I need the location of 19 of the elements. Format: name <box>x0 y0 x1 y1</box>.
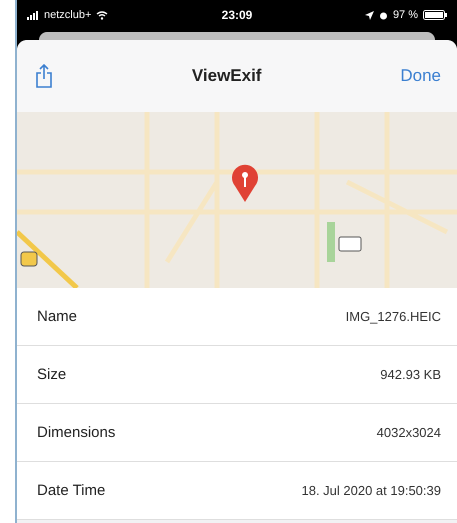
row-value: 18. Jul 2020 at 19:50:39 <box>301 483 441 498</box>
row-label: Size <box>37 366 66 383</box>
location-arrow-icon <box>364 10 374 20</box>
battery-percent: 97 % <box>392 9 418 21</box>
row-label: Name <box>37 308 78 325</box>
share-icon[interactable] <box>35 64 53 88</box>
battery-icon <box>423 10 448 20</box>
row-label: Date Time <box>37 482 106 499</box>
map-pin-icon <box>230 162 260 202</box>
nav-title: ViewExif <box>192 66 262 86</box>
carrier-name: netzclub+ <box>44 9 92 21</box>
row-label: Dimensions <box>37 424 116 441</box>
wifi-icon <box>96 10 108 20</box>
row-value: 942.93 KB <box>380 367 441 382</box>
clock-time: 23:09 <box>222 8 252 22</box>
row-value: 4032x3024 <box>376 425 441 440</box>
signal-icon <box>27 10 39 20</box>
row-value: IMG_1276.HEIC <box>346 309 441 324</box>
done-button[interactable]: Done <box>400 66 441 86</box>
